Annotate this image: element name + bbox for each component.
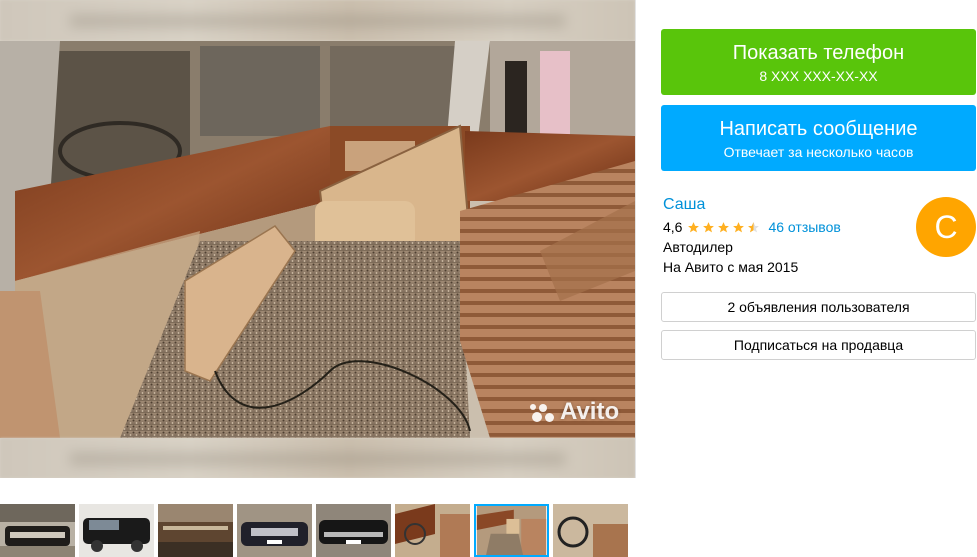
thumbnail-3[interactable] — [158, 504, 233, 557]
rating-stars — [687, 221, 762, 234]
star-icon — [688, 221, 700, 232]
car-interior-photo — [0, 41, 635, 438]
star-icon — [718, 221, 730, 232]
show-phone-button[interactable]: Показать телефон 8 XXX XXX-XX-XX — [661, 29, 976, 95]
seller-since: На Авито с мая 2015 — [663, 259, 799, 275]
thumbnail-7-active[interactable] — [474, 504, 549, 557]
thumbnail-5[interactable] — [316, 504, 391, 557]
blurred-background-bottom — [0, 438, 635, 478]
seller-type: Автодилер — [663, 239, 733, 255]
subscribe-seller-button[interactable]: Подписаться на продавца — [661, 330, 976, 360]
avito-logo-icon — [530, 400, 558, 424]
thumbnail-8[interactable] — [553, 504, 628, 557]
show-phone-label: Показать телефон — [732, 42, 905, 64]
write-message-button[interactable]: Написать сообщение Отвечает за несколько… — [661, 105, 976, 171]
watermark-text: Avito — [560, 398, 620, 425]
seller-rating: 4,6 46 отзывов — [663, 219, 841, 235]
rating-value: 4,6 — [663, 219, 683, 235]
star-icon — [733, 221, 745, 232]
seller-avatar[interactable]: С — [916, 197, 976, 257]
reviews-link[interactable]: 46 отзывов — [768, 219, 840, 235]
star-half-icon — [748, 221, 760, 232]
avito-watermark: Avito — [530, 398, 619, 426]
seller-name-link[interactable]: Саша — [663, 196, 705, 214]
response-time-label: Отвечает за несколько часов — [723, 144, 914, 160]
thumbnail-6[interactable] — [395, 504, 470, 557]
gallery-main-image[interactable]: Avito — [0, 0, 636, 478]
star-icon — [703, 221, 715, 232]
thumbnail-strip — [0, 504, 635, 557]
thumbnail-2[interactable] — [79, 504, 154, 557]
user-ads-button[interactable]: 2 объявления пользователя — [661, 292, 976, 322]
thumbnail-1[interactable] — [0, 504, 75, 557]
blurred-background-top — [0, 0, 635, 41]
masked-phone-number: 8 XXX XXX-XX-XX — [759, 68, 878, 84]
thumbnail-4[interactable] — [237, 504, 312, 557]
write-message-label: Написать сообщение — [719, 118, 918, 140]
